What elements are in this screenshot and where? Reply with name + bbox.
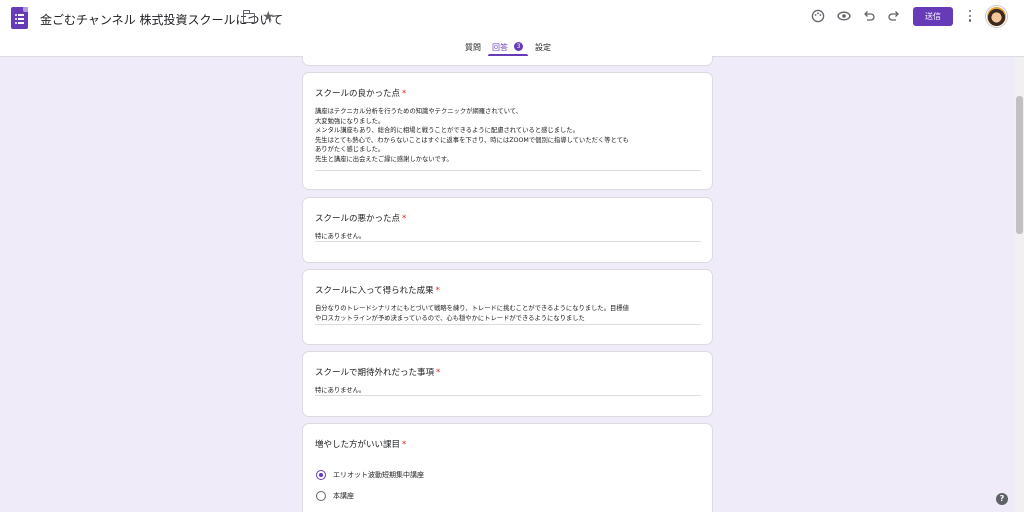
tab-responses[interactable]: 回答 — [492, 42, 508, 53]
required-asterisk: * — [436, 368, 441, 378]
folder-icon[interactable] — [242, 10, 255, 23]
answer-text: 特にありません。 — [315, 386, 701, 396]
logo-line — [18, 22, 24, 24]
radio-option-label: 本講座 — [333, 492, 354, 500]
previous-question-card — [302, 56, 713, 66]
scrollbar-thumb[interactable] — [1016, 96, 1023, 234]
logo-line — [18, 18, 24, 20]
question-label: 増やした方がいい課目 * — [315, 440, 407, 450]
required-asterisk: * — [402, 214, 407, 224]
responses-count-badge: 3 — [514, 42, 523, 51]
question-label: スクールで期待外れだった事項 * — [315, 368, 441, 378]
question-label: スクールの悪かった点 * — [315, 214, 407, 224]
logo-dot — [15, 22, 17, 24]
tab-settings[interactable]: 設定 — [535, 42, 551, 53]
tab-questions[interactable]: 質問 — [465, 42, 481, 53]
answer-text: 自分なりのトレードシナリオにもとづいて戦略を練り、トレードに挑むことができるよう… — [315, 304, 701, 325]
logo-dot — [15, 18, 17, 20]
answer-text: 特にありません。 — [315, 232, 701, 242]
question-card: スクールの良かった点 * 講座はテクニカル分析を行うための知識やテクニックが網羅さ… — [302, 72, 713, 190]
question-card: スクールに入って得られた成果 * 自分なりのトレードシナリオにもとづいて戦略を練り… — [302, 269, 713, 345]
forms-logo-icon[interactable] — [11, 7, 28, 29]
question-card: スクールの悪かった点 * 特にありません。 — [302, 197, 713, 263]
undo-icon[interactable] — [861, 9, 877, 25]
redo-icon[interactable] — [886, 9, 902, 25]
avatar[interactable] — [986, 6, 1007, 27]
required-asterisk: * — [402, 440, 407, 450]
star-icon[interactable]: ★ — [262, 9, 275, 25]
question-label: スクールに入って得られた成果 * — [315, 286, 440, 296]
required-asterisk: * — [435, 286, 440, 296]
logo-line — [18, 14, 24, 16]
question-label: スクールの良かった点 * — [315, 89, 407, 99]
help-icon[interactable]: ? — [996, 493, 1008, 505]
logo-dot — [15, 14, 17, 16]
top-bar: 金ごむチャンネル 株式投資スクールについて ★ 送信 質問 回答 設定 3 — [0, 0, 1024, 57]
send-button[interactable]: 送信 — [913, 7, 953, 26]
radio-option-label: エリオット波動短期集中講座 — [333, 471, 424, 479]
required-asterisk: * — [402, 89, 407, 99]
eye-icon[interactable] — [836, 9, 852, 25]
question-card: スクールで期待外れだった事項 * 特にありません。 — [302, 351, 713, 417]
more-vert-icon[interactable] — [966, 10, 974, 22]
palette-icon[interactable] — [810, 9, 826, 25]
answer-text: 講座はテクニカル分析を行うための知識やテクニックが網羅されていて、 大変勉強にな… — [315, 107, 701, 171]
radio-option-selected[interactable] — [316, 470, 326, 480]
radio-option[interactable] — [316, 491, 326, 501]
question-card: 増やした方がいい課目 * エリオット波動短期集中講座 本講座 — [302, 423, 713, 512]
